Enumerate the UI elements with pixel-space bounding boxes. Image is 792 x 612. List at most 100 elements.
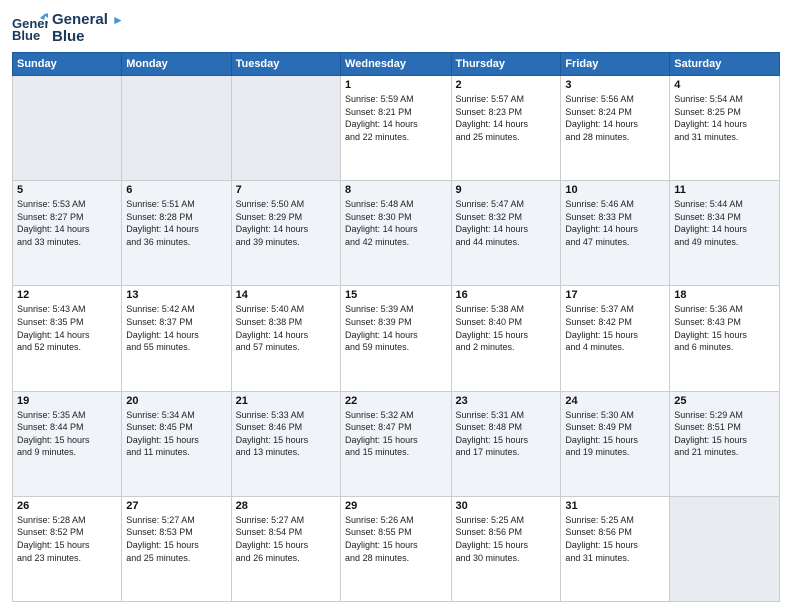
day-number: 20 bbox=[126, 395, 226, 407]
day-number: 18 bbox=[674, 289, 775, 301]
day-number: 19 bbox=[17, 395, 117, 407]
day-info: Sunrise: 5:40 AMSunset: 8:38 PMDaylight:… bbox=[236, 303, 336, 353]
day-cell-1-6: 11 Sunrise: 5:44 AMSunset: 8:34 PMDayligh… bbox=[670, 181, 780, 286]
day-info: Sunrise: 5:38 AMSunset: 8:40 PMDaylight:… bbox=[456, 303, 557, 353]
day-info: Sunrise: 5:51 AMSunset: 8:28 PMDaylight:… bbox=[126, 198, 226, 248]
day-cell-4-3: 29 Sunrise: 5:26 AMSunset: 8:55 PMDayligh… bbox=[341, 496, 451, 601]
logo-icon: General Blue bbox=[12, 10, 48, 46]
day-number: 6 bbox=[126, 184, 226, 196]
page: General Blue General ► Blue SundayMonday… bbox=[0, 0, 792, 612]
day-number: 22 bbox=[345, 395, 446, 407]
day-number: 10 bbox=[565, 184, 665, 196]
day-cell-4-5: 31 Sunrise: 5:25 AMSunset: 8:56 PMDayligh… bbox=[561, 496, 670, 601]
day-info: Sunrise: 5:34 AMSunset: 8:45 PMDaylight:… bbox=[126, 409, 226, 459]
day-cell-3-1: 20 Sunrise: 5:34 AMSunset: 8:45 PMDayligh… bbox=[122, 391, 231, 496]
day-cell-0-4: 2Sunrise: 5:57 AMSunset: 8:23 PMDaylight… bbox=[451, 76, 561, 181]
day-cell-3-2: 21 Sunrise: 5:33 AMSunset: 8:46 PMDayligh… bbox=[231, 391, 340, 496]
day-cell-0-5: 3Sunrise: 5:56 AMSunset: 8:24 PMDaylight… bbox=[561, 76, 670, 181]
day-info: Sunrise: 5:26 AMSunset: 8:55 PMDaylight:… bbox=[345, 514, 446, 564]
day-number: 25 bbox=[674, 395, 775, 407]
day-cell-4-1: 27 Sunrise: 5:27 AMSunset: 8:53 PMDayligh… bbox=[122, 496, 231, 601]
day-cell-2-3: 15 Sunrise: 5:39 AMSunset: 8:39 PMDayligh… bbox=[341, 286, 451, 391]
day-header-saturday: Saturday bbox=[670, 53, 780, 76]
logo: General Blue General ► Blue bbox=[12, 10, 124, 46]
day-info: Sunrise: 5:46 AMSunset: 8:33 PMDaylight:… bbox=[565, 198, 665, 248]
day-number: 15 bbox=[345, 289, 446, 301]
day-info: Sunrise: 5:33 AMSunset: 8:46 PMDaylight:… bbox=[236, 409, 336, 459]
day-number: 14 bbox=[236, 289, 336, 301]
day-info: Sunrise: 5:29 AMSunset: 8:51 PMDaylight:… bbox=[674, 409, 775, 459]
day-info: Sunrise: 5:47 AMSunset: 8:32 PMDaylight:… bbox=[456, 198, 557, 248]
day-header-tuesday: Tuesday bbox=[231, 53, 340, 76]
day-cell-0-1 bbox=[122, 76, 231, 181]
day-number: 31 bbox=[565, 500, 665, 512]
day-number: 11 bbox=[674, 184, 775, 196]
day-number: 7 bbox=[236, 184, 336, 196]
day-number: 1 bbox=[345, 79, 446, 91]
day-cell-1-5: 10 Sunrise: 5:46 AMSunset: 8:33 PMDayligh… bbox=[561, 181, 670, 286]
day-info: Sunrise: 5:56 AMSunset: 8:24 PMDaylight:… bbox=[565, 93, 665, 143]
day-info: Sunrise: 5:25 AMSunset: 8:56 PMDaylight:… bbox=[565, 514, 665, 564]
day-cell-4-4: 30 Sunrise: 5:25 AMSunset: 8:56 PMDayligh… bbox=[451, 496, 561, 601]
day-info: Sunrise: 5:42 AMSunset: 8:37 PMDaylight:… bbox=[126, 303, 226, 353]
calendar-table: SundayMondayTuesdayWednesdayThursdayFrid… bbox=[12, 52, 780, 602]
day-cell-3-0: 19 Sunrise: 5:35 AMSunset: 8:44 PMDayligh… bbox=[13, 391, 122, 496]
week-row-3: 12Sunrise: 5:43 AMSunset: 8:35 PMDayligh… bbox=[13, 286, 780, 391]
day-number: 26 bbox=[17, 500, 117, 512]
day-number: 16 bbox=[456, 289, 557, 301]
day-info: Sunrise: 5:53 AMSunset: 8:27 PMDaylight:… bbox=[17, 198, 117, 248]
day-info: Sunrise: 5:44 AMSunset: 8:34 PMDaylight:… bbox=[674, 198, 775, 248]
day-cell-2-0: 12Sunrise: 5:43 AMSunset: 8:35 PMDayligh… bbox=[13, 286, 122, 391]
day-cell-0-0 bbox=[13, 76, 122, 181]
day-info: Sunrise: 5:35 AMSunset: 8:44 PMDaylight:… bbox=[17, 409, 117, 459]
day-info: Sunrise: 5:39 AMSunset: 8:39 PMDaylight:… bbox=[345, 303, 446, 353]
day-info: Sunrise: 5:27 AMSunset: 8:54 PMDaylight:… bbox=[236, 514, 336, 564]
day-number: 8 bbox=[345, 184, 446, 196]
day-info: Sunrise: 5:36 AMSunset: 8:43 PMDaylight:… bbox=[674, 303, 775, 353]
day-cell-3-4: 23Sunrise: 5:31 AMSunset: 8:48 PMDayligh… bbox=[451, 391, 561, 496]
day-number: 30 bbox=[456, 500, 557, 512]
header: General Blue General ► Blue bbox=[12, 10, 780, 46]
day-info: Sunrise: 5:54 AMSunset: 8:25 PMDaylight:… bbox=[674, 93, 775, 143]
day-header-friday: Friday bbox=[561, 53, 670, 76]
week-row-4: 19 Sunrise: 5:35 AMSunset: 8:44 PMDayligh… bbox=[13, 391, 780, 496]
week-row-2: 5 Sunrise: 5:53 AMSunset: 8:27 PMDaylight… bbox=[13, 181, 780, 286]
day-cell-4-6 bbox=[670, 496, 780, 601]
logo-blue: Blue bbox=[52, 28, 124, 45]
svg-text:Blue: Blue bbox=[12, 28, 40, 43]
day-number: 27 bbox=[126, 500, 226, 512]
day-number: 21 bbox=[236, 395, 336, 407]
day-number: 23 bbox=[456, 395, 557, 407]
day-cell-2-1: 13Sunrise: 5:42 AMSunset: 8:37 PMDayligh… bbox=[122, 286, 231, 391]
day-header-thursday: Thursday bbox=[451, 53, 561, 76]
day-cell-4-0: 26 Sunrise: 5:28 AMSunset: 8:52 PMDayligh… bbox=[13, 496, 122, 601]
day-info: Sunrise: 5:25 AMSunset: 8:56 PMDaylight:… bbox=[456, 514, 557, 564]
day-cell-2-5: 17Sunrise: 5:37 AMSunset: 8:42 PMDayligh… bbox=[561, 286, 670, 391]
logo-general: General ► bbox=[52, 11, 124, 28]
day-number: 29 bbox=[345, 500, 446, 512]
day-cell-2-6: 18 Sunrise: 5:36 AMSunset: 8:43 PMDayligh… bbox=[670, 286, 780, 391]
day-header-sunday: Sunday bbox=[13, 53, 122, 76]
day-info: Sunrise: 5:43 AMSunset: 8:35 PMDaylight:… bbox=[17, 303, 117, 353]
day-cell-0-6: 4Sunrise: 5:54 AMSunset: 8:25 PMDaylight… bbox=[670, 76, 780, 181]
day-info: Sunrise: 5:28 AMSunset: 8:52 PMDaylight:… bbox=[17, 514, 117, 564]
day-info: Sunrise: 5:32 AMSunset: 8:47 PMDaylight:… bbox=[345, 409, 446, 459]
day-header-wednesday: Wednesday bbox=[341, 53, 451, 76]
day-number: 5 bbox=[17, 184, 117, 196]
day-cell-2-4: 16 Sunrise: 5:38 AMSunset: 8:40 PMDayligh… bbox=[451, 286, 561, 391]
day-cell-1-4: 9Sunrise: 5:47 AMSunset: 8:32 PMDaylight… bbox=[451, 181, 561, 286]
day-cell-1-3: 8Sunrise: 5:48 AMSunset: 8:30 PMDaylight… bbox=[341, 181, 451, 286]
day-cell-4-2: 28Sunrise: 5:27 AMSunset: 8:54 PMDayligh… bbox=[231, 496, 340, 601]
day-cell-1-1: 6 Sunrise: 5:51 AMSunset: 8:28 PMDaylight… bbox=[122, 181, 231, 286]
day-number: 2 bbox=[456, 79, 557, 91]
day-info: Sunrise: 5:27 AMSunset: 8:53 PMDaylight:… bbox=[126, 514, 226, 564]
day-number: 24 bbox=[565, 395, 665, 407]
day-cell-0-3: 1 Sunrise: 5:59 AMSunset: 8:21 PMDaylight… bbox=[341, 76, 451, 181]
week-row-5: 26 Sunrise: 5:28 AMSunset: 8:52 PMDayligh… bbox=[13, 496, 780, 601]
day-cell-3-3: 22 Sunrise: 5:32 AMSunset: 8:47 PMDayligh… bbox=[341, 391, 451, 496]
day-info: Sunrise: 5:30 AMSunset: 8:49 PMDaylight:… bbox=[565, 409, 665, 459]
day-info: Sunrise: 5:59 AMSunset: 8:21 PMDaylight:… bbox=[345, 93, 446, 143]
week-row-1: 1 Sunrise: 5:59 AMSunset: 8:21 PMDaylight… bbox=[13, 76, 780, 181]
day-cell-2-2: 14 Sunrise: 5:40 AMSunset: 8:38 PMDayligh… bbox=[231, 286, 340, 391]
day-cell-0-2 bbox=[231, 76, 340, 181]
